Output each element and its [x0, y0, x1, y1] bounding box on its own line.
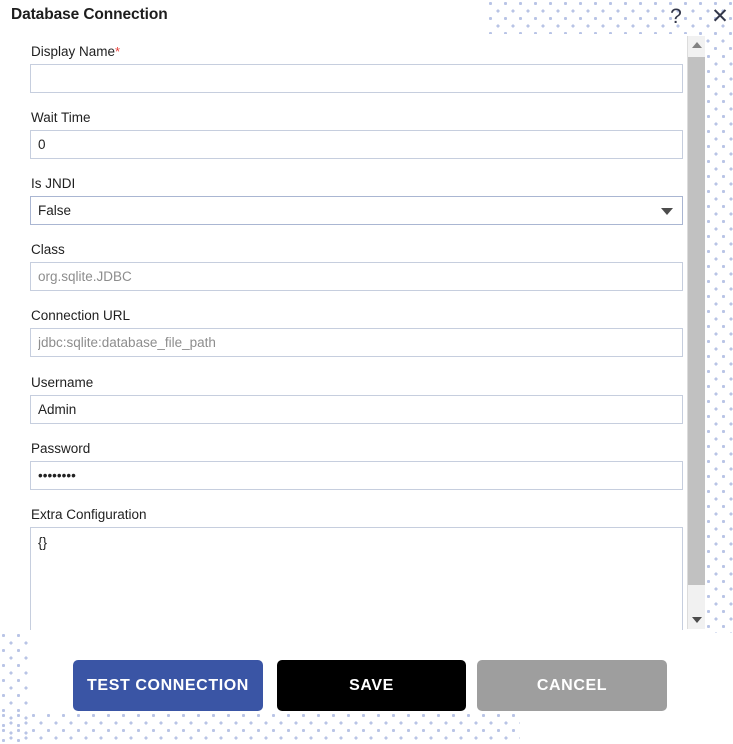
class-input[interactable]	[30, 262, 683, 291]
field-password: Password	[30, 441, 683, 490]
label-is-jndi: Is JNDI	[31, 176, 76, 191]
wait-time-input[interactable]	[30, 130, 683, 159]
close-icon[interactable]: ✕	[706, 3, 733, 31]
label-connection-url: Connection URL	[31, 308, 131, 323]
username-input[interactable]	[30, 395, 683, 424]
test-connection-button[interactable]: TEST CONNECTION	[73, 660, 263, 711]
field-class: Class	[30, 242, 683, 291]
cancel-button[interactable]: CANCEL	[477, 660, 667, 711]
label-extra-configuration: Extra Configuration	[31, 507, 147, 522]
help-icon[interactable]: ?	[662, 3, 690, 31]
connection-url-input[interactable]	[30, 328, 683, 357]
label-class: Class	[31, 242, 65, 257]
extra-configuration-textarea[interactable]	[30, 527, 683, 630]
is-jndi-select[interactable]: FalseTrue	[30, 196, 683, 225]
required-asterisk: *	[115, 44, 121, 59]
dialog-footer: TEST CONNECTION SAVE CANCEL	[0, 630, 733, 744]
field-wait-time: Wait Time	[30, 110, 683, 159]
field-display-name: Display Name*	[30, 44, 683, 93]
field-is-jndi: Is JNDI FalseTrue	[30, 176, 683, 225]
label-password: Password	[31, 441, 91, 456]
dialog-titlebar: Database Connection ? ✕	[0, 0, 733, 34]
triangle-down-icon	[692, 617, 702, 623]
is-jndi-select-wrapper: FalseTrue	[30, 196, 683, 225]
display-name-input[interactable]	[30, 64, 683, 93]
scroll-down-button[interactable]	[688, 611, 705, 629]
scrollbar-thumb[interactable]	[688, 57, 705, 585]
password-input[interactable]	[30, 461, 683, 490]
label-wait-time: Wait Time	[31, 110, 91, 125]
scroll-up-button[interactable]	[688, 36, 705, 54]
field-extra-configuration: Extra Configuration	[30, 507, 683, 630]
triangle-up-icon	[692, 42, 702, 48]
database-connection-dialog: Database Connection ? ✕ Display Name* Wa…	[0, 0, 733, 744]
form-scroll-region: Display Name* Wait Time Is JNDI FalseTru…	[0, 34, 687, 630]
label-text: Display Name	[31, 44, 116, 59]
field-connection-url: Connection URL	[30, 308, 683, 357]
field-username: Username	[30, 375, 683, 424]
label-username: Username	[31, 375, 94, 390]
dialog-title: Database Connection	[11, 6, 168, 23]
form-vertical-scrollbar[interactable]	[687, 36, 705, 629]
label-display-name: Display Name*	[31, 44, 683, 60]
save-button[interactable]: SAVE	[277, 660, 466, 711]
